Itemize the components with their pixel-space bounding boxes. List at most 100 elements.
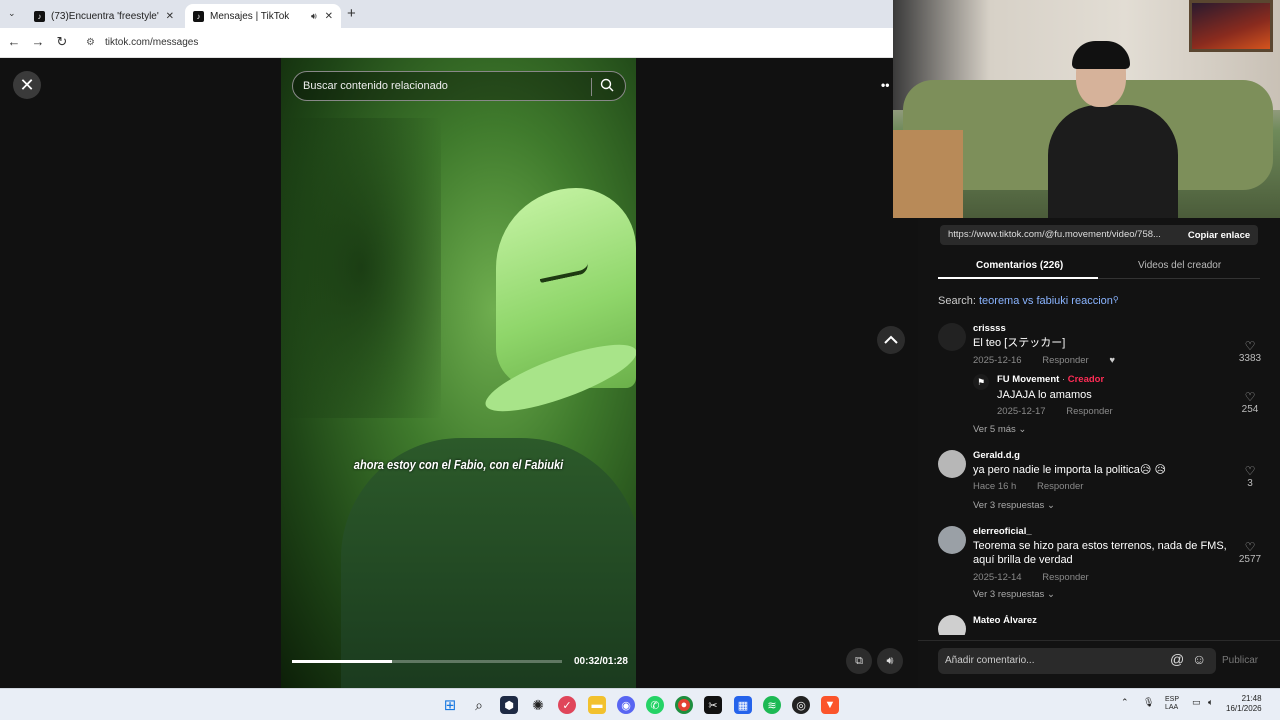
chrome-icon[interactable]: ● xyxy=(675,696,693,714)
close-tab-icon[interactable]: ✕ xyxy=(166,11,174,22)
windows-start-icon[interactable]: ⊞ xyxy=(441,696,459,714)
browser-tab-bar: ⌄ ♪ (73)Encuentra 'freestyle' en Tik ✕ ♪… xyxy=(0,0,893,28)
comment-author[interactable]: Gerald.d.g xyxy=(973,450,1020,461)
app-icon[interactable]: ⬢ xyxy=(500,696,518,714)
reload-icon[interactable]: ↻ xyxy=(54,34,70,50)
forward-arrow-icon[interactable]: → xyxy=(30,34,46,49)
tab-search-chevron-icon[interactable]: ⌄ xyxy=(8,8,16,19)
tab-creator-videos[interactable]: Videos del creador xyxy=(1138,260,1221,271)
browser-tab-mensajes[interactable]: ♪ Mensajes | TikTok 🔊︎ ✕ xyxy=(185,4,341,28)
comment-author[interactable]: crissss xyxy=(973,323,1006,334)
share-link-text[interactable]: https://www.tiktok.com/@fu.movement/vide… xyxy=(948,229,1172,240)
reply-button[interactable]: Responder xyxy=(1042,572,1088,583)
search-icon[interactable]: ⌕ xyxy=(470,696,488,714)
webcam-desk xyxy=(893,130,963,218)
view-replies-label: Ver 3 respuestas xyxy=(973,500,1045,511)
reply-author[interactable]: FU Movement xyxy=(997,374,1059,385)
network-icon[interactable]: ▭ xyxy=(1192,697,1201,708)
tasks-icon[interactable]: ✓ xyxy=(558,696,576,714)
tiktok-favicon-icon: ♪ xyxy=(34,10,45,22)
search-divider xyxy=(591,78,592,96)
system-clock[interactable]: 21:48 16/1/2026 xyxy=(1226,694,1262,714)
like-count: 2577 xyxy=(1238,554,1262,565)
comment-author[interactable]: Mateo Álvarez xyxy=(973,615,1037,626)
copy-link-button[interactable]: Copiar enlace xyxy=(1180,225,1258,245)
comment-meta: 2025-12-16 Responder ♥︎ xyxy=(973,355,1115,366)
view-more-replies[interactable]: Ver 5 más ⌄ xyxy=(973,424,1026,435)
tray-expand-icon[interactable]: ⌃ xyxy=(1121,697,1129,708)
view-replies[interactable]: Ver 3 respuestas ⌄ xyxy=(973,500,1055,511)
comment-author[interactable]: elerreoficial_ xyxy=(973,526,1032,537)
search-icon[interactable] xyxy=(600,78,614,92)
avatar[interactable]: ⚑ xyxy=(973,374,989,390)
microphone-icon[interactable]: 🎙︎ xyxy=(1143,697,1154,708)
avatar[interactable] xyxy=(938,526,966,554)
reply-text: JAJAJA lo amamos xyxy=(997,389,1092,401)
previous-video-button[interactable] xyxy=(877,326,905,354)
language-indicator[interactable]: ESP LAA xyxy=(1165,696,1179,712)
discord-icon[interactable]: ◉ xyxy=(617,696,635,714)
heart-icon[interactable]: ♡ xyxy=(1230,464,1270,478)
site-info-icon[interactable]: ⚙ xyxy=(86,37,95,48)
like-count: 3 xyxy=(1247,478,1253,489)
reply-button[interactable]: Responder xyxy=(1037,481,1083,492)
store-icon[interactable]: ▦ xyxy=(734,696,752,714)
video-frame[interactable] xyxy=(281,58,636,688)
comment-text: El teo [ステッカー] xyxy=(973,337,1066,349)
close-player-button[interactable]: ✕ xyxy=(13,71,41,99)
back-arrow-icon[interactable]: ← xyxy=(6,34,22,49)
browser-tab-freestyle[interactable]: ♪ (73)Encuentra 'freestyle' en Tik ✕ xyxy=(26,4,182,28)
address-bar: ← → ↻ ⚙ tiktok.com/messages xyxy=(0,28,893,58)
comment-placeholder: Añadir comentario... xyxy=(945,655,1035,666)
volume-tray-icon[interactable]: 🔈︎ xyxy=(1208,697,1213,708)
heart-icon[interactable]: ♡ xyxy=(1230,339,1270,353)
like-group: ♡ 254 xyxy=(1230,390,1270,415)
mention-icon[interactable]: @ xyxy=(1170,651,1184,667)
avatar[interactable] xyxy=(938,323,966,351)
emoji-icon[interactable]: ☺ xyxy=(1192,651,1206,667)
close-tab-icon[interactable]: ✕ xyxy=(325,11,333,22)
reply-button[interactable]: Responder xyxy=(1042,355,1088,366)
file-explorer-icon[interactable]: ▬ xyxy=(588,696,606,714)
avatar[interactable] xyxy=(938,615,966,635)
clock-date: 16/1/2026 xyxy=(1226,704,1262,713)
comment-input[interactable]: Añadir comentario... @ ☺ xyxy=(938,648,1216,674)
comment-search-suggestion[interactable]: Search: teorema vs fabiuki reaccion⚲ xyxy=(938,295,1119,307)
taskbar: ⊞ ⌕ ⬢ ✺ ✓ ▬ ◉ ✆ ● ✂ ▦ ≋ ◎ ▼ ⌃ 🎙︎ ESP LAA… xyxy=(0,688,1280,720)
view-replies[interactable]: Ver 3 respuestas ⌄ xyxy=(973,589,1055,600)
reply-meta: 2025-12-17 Responder xyxy=(997,406,1113,417)
search-keyword[interactable]: teorema vs fabiuki reaccion xyxy=(979,295,1113,307)
like-group: ♡ 3383 xyxy=(1230,339,1270,364)
tiktok-favicon-icon: ♪ xyxy=(193,10,204,22)
video-progress-bar[interactable] xyxy=(292,660,562,663)
spotify-icon[interactable]: ≋ xyxy=(763,696,781,714)
reply-author-line: FU Movement · Creador xyxy=(997,374,1104,385)
whatsapp-icon[interactable]: ✆ xyxy=(646,696,664,714)
comment-item: Gerald.d.g ya pero nadie le importa la p… xyxy=(938,450,1268,496)
new-tab-button[interactable]: + xyxy=(347,5,356,22)
related-search-input[interactable]: Buscar contenido relacionado xyxy=(292,71,626,101)
floating-player-button[interactable]: ⧉ xyxy=(846,648,872,674)
heart-icon[interactable]: ♡ xyxy=(1230,390,1270,404)
heart-icon[interactable]: ♡ xyxy=(1230,540,1270,554)
tab-comments[interactable]: Comentarios (226) xyxy=(976,260,1063,271)
chatgpt-icon[interactable]: ✺ xyxy=(529,696,547,714)
obs-icon[interactable]: ◎ xyxy=(792,696,810,714)
brave-icon[interactable]: ▼ xyxy=(821,696,839,714)
reply-button[interactable]: Responder xyxy=(1066,406,1112,417)
url-field[interactable]: tiktok.com/messages xyxy=(105,37,198,48)
capcut-icon[interactable]: ✂ xyxy=(704,696,722,714)
video-time: 00:32/01:28 xyxy=(574,656,628,667)
comment-text: Teorema se hizo para estos terrenos, nad… xyxy=(973,540,1227,566)
more-options-icon[interactable]: •• xyxy=(881,78,889,92)
like-group: ♡ 3 xyxy=(1230,464,1270,489)
speaker-icon[interactable]: 🔊︎ xyxy=(311,11,317,22)
publish-button[interactable]: Publicar xyxy=(1222,655,1258,666)
avatar[interactable] xyxy=(938,450,966,478)
active-tab-indicator xyxy=(938,277,1098,279)
search-placeholder: Buscar contenido relacionado xyxy=(303,80,448,92)
webcam-person xyxy=(1048,41,1178,218)
volume-button[interactable]: 🔊︎ xyxy=(877,648,903,674)
chevron-down-icon: ⌄ xyxy=(1046,500,1055,511)
creator-badge: Creador xyxy=(1067,374,1105,385)
